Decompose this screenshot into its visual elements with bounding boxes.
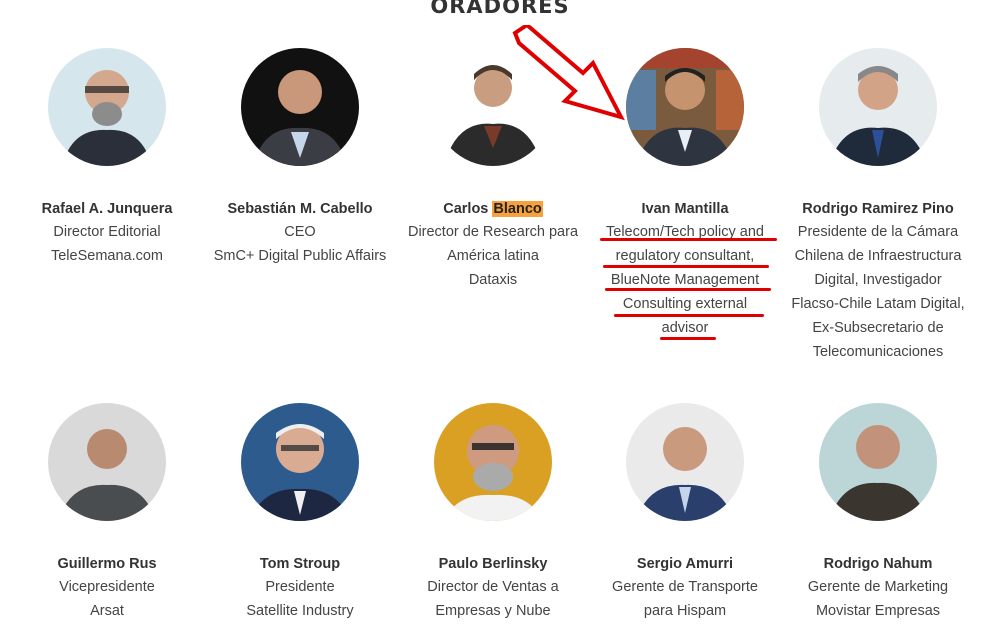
speaker-name: Guillermo Rus: [57, 556, 157, 572]
speaker-card: Paulo Berlinsky Director de Ventas a Emp…: [393, 403, 593, 623]
avatar: [241, 48, 359, 166]
avatar: [819, 403, 937, 521]
speaker-role: Director de Ventas a Empresas y Nube: [427, 579, 559, 619]
speaker-card: Rafael A. Junquera Director Editorial Te…: [7, 48, 207, 268]
speaker-name: Paulo Berlinsky: [438, 556, 548, 572]
speaker-card: Carlos Blanco Director de Research para …: [393, 48, 593, 292]
avatar: [434, 403, 552, 521]
speaker-role: Gerente de Transporte para Hispam: [612, 579, 758, 619]
speaker-role: Presidente de la Cámara Chilena de Infra…: [791, 224, 965, 360]
speaker-role: Presidente Satellite Industry: [246, 579, 354, 619]
search-highlight: Blanco: [492, 201, 543, 217]
avatar: [434, 48, 552, 166]
speaker-card: Sergio Amurri Gerente de Transporte para…: [585, 403, 785, 623]
speaker-name: Rodrigo Nahum: [823, 556, 933, 572]
speaker-role: Director de Research para América latina…: [407, 224, 579, 288]
speaker-name: Sebastián M. Cabello: [227, 201, 373, 217]
speaker-name: Rodrigo Ramirez Pino: [802, 201, 954, 217]
speaker-name-part: Carlos: [443, 201, 493, 217]
avatar: [626, 48, 744, 166]
speaker-name: Rafael A. Junquera: [41, 201, 173, 217]
speaker-card: Guillermo Rus Vicepresidente Arsat: [7, 403, 207, 623]
speaker-role: Gerente de Marketing Movistar Empresas: [807, 579, 949, 619]
avatar: [48, 48, 166, 166]
speaker-card: Tom Stroup Presidente Satellite Industry: [200, 403, 400, 623]
section-title: ORADORES: [430, 0, 570, 18]
speaker-name: Sergio Amurri: [636, 556, 734, 572]
speaker-name: Tom Stroup: [259, 556, 341, 572]
speaker-card: Sebastián M. Cabello CEO SmC+ Digital Pu…: [200, 48, 400, 268]
annotation-underline: [600, 238, 777, 241]
speaker-role: Director Editorial TeleSemana.com: [50, 224, 164, 264]
annotation-underline: [614, 314, 764, 317]
speaker-role: CEO SmC+ Digital Public Affairs: [213, 224, 387, 264]
avatar: [48, 403, 166, 521]
speaker-role: Vicepresidente Arsat: [59, 579, 155, 619]
speaker-card: Rodrigo Ramirez Pino Presidente de la Cá…: [778, 48, 978, 364]
speaker-card: Rodrigo Nahum Gerente de Marketing Movis…: [778, 403, 978, 623]
avatar: [241, 403, 359, 521]
speaker-name: Carlos Blanco: [393, 198, 593, 220]
speaker-name: Ivan Mantilla: [641, 201, 729, 217]
speaker-card: Ivan Mantilla Telecom/Tech policy and re…: [585, 48, 785, 340]
annotation-underline: [603, 265, 769, 268]
avatar: [626, 403, 744, 521]
annotation-underline: [605, 288, 771, 291]
avatar: [819, 48, 937, 166]
annotation-underline: [660, 337, 716, 340]
